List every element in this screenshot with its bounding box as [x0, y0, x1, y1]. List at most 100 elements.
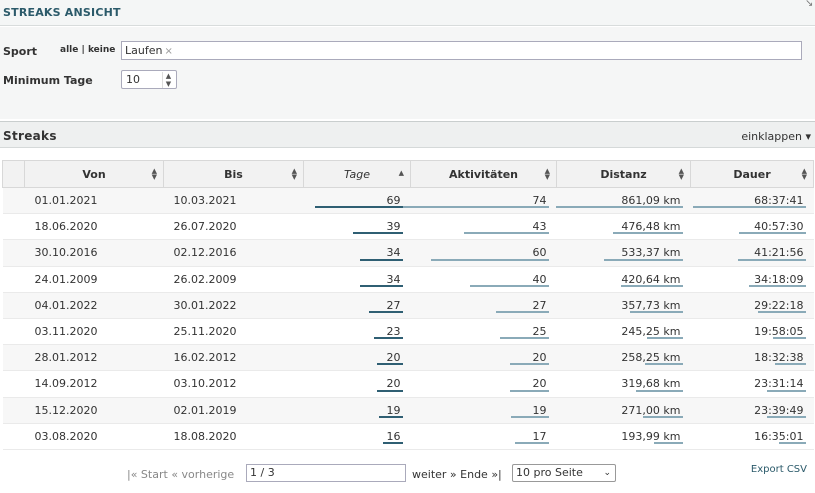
cell-bis: 25.11.2020	[163, 318, 304, 346]
cell-text: 245,25 km	[621, 325, 681, 339]
cell-text: 40	[532, 272, 547, 286]
min-days-stepper[interactable]: 10 ▲ ▼	[121, 70, 177, 89]
collapse-toggle[interactable]: einklappen ▾	[741, 130, 811, 143]
pager-forward-links: weiter » Ende »|	[412, 468, 502, 481]
cell-bis: 18.08.2020	[163, 423, 304, 450]
cell-distanz: 319,68 km	[556, 370, 691, 398]
cell-tage: 16	[303, 423, 411, 450]
stepper-arrows[interactable]: ▲ ▼	[162, 72, 174, 88]
sort-icon[interactable]: ▲ ▼	[679, 168, 684, 181]
cell-text: 24.01.2009	[34, 272, 98, 286]
cell-dauer: 40:57:30	[690, 213, 814, 241]
cell-text: 26.07.2020	[173, 220, 237, 234]
table-row[interactable]: 18.06.2020 26.07.2020 39 43 476,48 km 40:57:3…	[2, 213, 814, 241]
cell-dauer: 19:58:05	[690, 318, 814, 346]
chevron-down-icon: ⌄	[603, 468, 611, 478]
table-row[interactable]: 15.12.2020 02.01.2019 19 19 271,00 km 23:39:4…	[2, 397, 814, 424]
sort-icon[interactable]: ▲ ▼	[545, 168, 550, 181]
cell-von: 15.12.2020	[24, 397, 164, 424]
cell-text: 68:37:41	[754, 194, 804, 208]
row-select-cell	[2, 266, 25, 293]
column-header-aktivitaeten[interactable]: Aktivitäten ▲ ▼	[410, 160, 557, 188]
pager-next-link[interactable]: weiter »	[412, 468, 457, 481]
row-select-cell	[2, 318, 25, 346]
cell-text: 27	[386, 298, 401, 312]
cell-text: 861,09 km	[621, 194, 681, 208]
resize-corner-icon[interactable]: ↘	[805, 0, 815, 10]
cell-aktivitaeten: 25	[410, 318, 557, 346]
cell-text: 533,37 km	[621, 246, 681, 260]
sort-asc-icon[interactable]: ▲	[399, 170, 404, 177]
sport-tag: Laufen ×	[125, 44, 173, 57]
cell-von: 03.08.2020	[24, 423, 164, 450]
sort-icon[interactable]: ▲ ▼	[152, 168, 157, 181]
table-row[interactable]: 03.11.2020 25.11.2020 23 25 245,25 km 19:58:0…	[2, 318, 814, 346]
column-header-distanz[interactable]: Distanz ▲ ▼	[556, 160, 691, 188]
cell-text: 60	[532, 246, 547, 260]
cell-aktivitaeten: 40	[410, 266, 557, 293]
cell-text: 17	[532, 429, 547, 443]
table-row[interactable]: 03.08.2020 18.08.2020 16 17 193,99 km 16:35:0…	[2, 423, 814, 450]
cell-distanz: 420,64 km	[556, 266, 691, 293]
stepper-down-icon[interactable]: ▼	[163, 80, 174, 88]
column-label: Bis	[224, 167, 243, 181]
select-none-link[interactable]: keine	[88, 45, 115, 55]
cell-bis: 02.01.2019	[163, 397, 304, 424]
cell-text: 23:31:14	[754, 377, 804, 391]
column-label: Tage	[343, 167, 371, 181]
cell-aktivitaeten: 20	[410, 344, 557, 372]
cell-aktivitaeten: 43	[410, 213, 557, 241]
cell-text: 03.08.2020	[34, 429, 98, 443]
cell-text: 34	[386, 246, 401, 260]
row-select-cell	[2, 239, 25, 267]
row-select-cell	[2, 423, 25, 450]
cell-tage: 39	[303, 213, 411, 241]
stepper-up-icon[interactable]: ▲	[163, 72, 174, 80]
pager-prev-link[interactable]: « vorherige	[171, 468, 234, 481]
export-csv-link[interactable]: Export CSV	[751, 464, 807, 475]
cell-aktivitaeten: 74	[402, 187, 557, 215]
table-row[interactable]: 24.01.2009 26.02.2009 34 40 420,64 km 34:18:0…	[2, 266, 814, 293]
row-select-cell	[2, 370, 25, 398]
pager-start-link[interactable]: |« Start	[127, 468, 168, 481]
sort-icon[interactable]: ▲ ▼	[292, 168, 297, 181]
remove-tag-icon[interactable]: ×	[164, 46, 172, 57]
cell-distanz: 861,09 km	[555, 187, 691, 215]
column-header-bis[interactable]: Bis ▲ ▼	[163, 160, 304, 188]
sport-tag-input[interactable]: Laufen ×	[121, 41, 802, 60]
cell-text: 26.02.2009	[173, 272, 237, 286]
cell-text: 16:35:01	[754, 429, 804, 443]
cell-text: 39	[386, 220, 401, 234]
cell-text: 18.06.2020	[34, 220, 98, 234]
page-number-input[interactable]: 1 / 3	[246, 464, 406, 482]
cell-text: 25	[532, 325, 547, 339]
cell-text: 43	[532, 220, 547, 234]
sort-icon[interactable]: ▲ ▼	[802, 168, 807, 181]
select-all-link[interactable]: alle	[60, 45, 78, 55]
sport-select-links: alle | keine	[60, 45, 115, 55]
per-page-select[interactable]: 10 pro Seite ⌄	[512, 464, 616, 482]
section-title: Streaks	[3, 129, 57, 143]
table-row[interactable]: 28.01.2012 16.02.2012 20 20 258,25 km 18:32:3…	[2, 344, 814, 372]
table-row[interactable]: 04.01.2022 30.01.2022 27 27 357,73 km 29:22:1…	[2, 292, 814, 319]
column-header-dauer[interactable]: Dauer ▲ ▼	[690, 160, 814, 188]
table-row[interactable]: 01.01.2021 10.03.2021 69 74 861,09 km 68:37:4…	[2, 187, 814, 215]
min-days-value[interactable]: 10	[126, 73, 140, 86]
cell-dauer: 18:32:38	[690, 344, 814, 372]
cell-distanz: 245,25 km	[556, 318, 691, 346]
cell-tage: 34	[303, 266, 411, 293]
column-header-tage[interactable]: Tage ▲	[303, 160, 411, 188]
table-row[interactable]: 30.10.2016 02.12.2016 34 60 533,37 km 41:21:5…	[2, 239, 814, 267]
cell-distanz: 271,00 km	[556, 397, 691, 424]
table-row[interactable]: 14.09.2012 03.10.2012 20 20 319,68 km 23:31:1…	[2, 370, 814, 398]
pager-back-links: |« Start « vorherige	[127, 468, 234, 481]
cell-von: 04.01.2022	[24, 292, 164, 319]
column-header-von[interactable]: Von ▲ ▼	[24, 160, 164, 188]
value-bar	[402, 206, 549, 209]
pager-end-link[interactable]: Ende »|	[460, 468, 502, 481]
per-page-value: 10 pro Seite	[516, 466, 583, 479]
cell-von: 24.01.2009	[24, 266, 164, 293]
cell-bis: 26.07.2020	[163, 213, 304, 241]
cell-text: 27	[532, 298, 547, 312]
row-select-cell	[2, 344, 25, 372]
